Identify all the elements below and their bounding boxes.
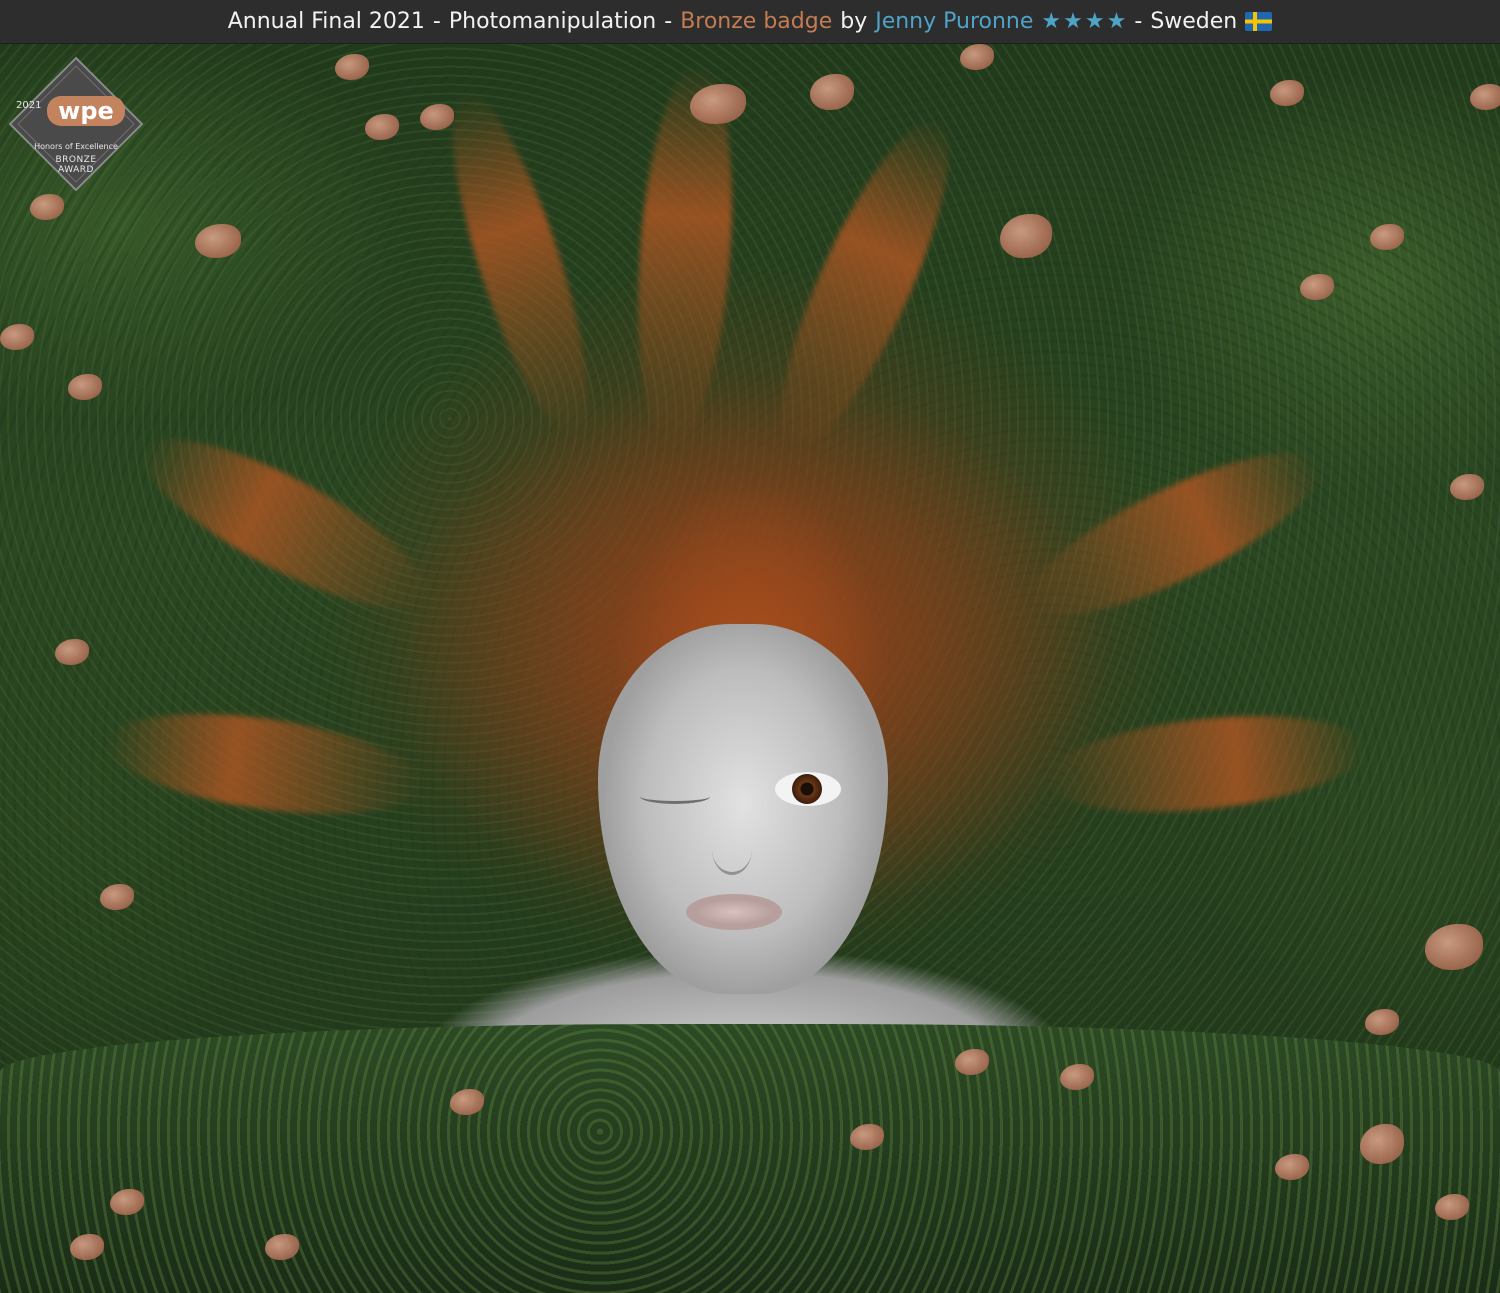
star-icon: ★ xyxy=(1084,8,1105,34)
title-separator: - xyxy=(432,9,441,34)
photo-viewer-page: Annual Final 2021 - Photomanipulation - … xyxy=(0,0,1500,1293)
badge-award-line: AWARD xyxy=(58,165,94,175)
leaf xyxy=(1470,84,1500,110)
star-icon: ★ xyxy=(1063,8,1083,34)
category-name: Photomanipulation xyxy=(448,9,657,34)
closed-eye xyxy=(640,789,710,804)
portrait-photo[interactable] xyxy=(0,44,1500,1293)
iris xyxy=(792,774,822,804)
nose xyxy=(712,824,752,875)
sweden-flag-icon xyxy=(1245,12,1273,31)
country-name: Sweden xyxy=(1150,9,1238,34)
badge-award-line: BRONZE xyxy=(55,155,97,165)
photographer-link[interactable]: Jenny Puronne xyxy=(875,9,1033,34)
by-label: by xyxy=(840,9,868,34)
star-rating: ★ ★ ★ ★ xyxy=(1041,8,1127,34)
star-icon: ★ xyxy=(1106,8,1127,34)
award-badge: 2021 wpe Honors of Excellence BRONZE AWA… xyxy=(8,56,144,192)
moss-blanket xyxy=(0,1024,1500,1293)
open-eye xyxy=(775,772,841,806)
badge-honors: Honors of Excellence xyxy=(34,142,118,151)
title-separator: - xyxy=(664,9,673,34)
competition-name: Annual Final 2021 xyxy=(227,9,425,34)
lips xyxy=(686,894,782,930)
star-icon: ★ xyxy=(1041,8,1062,34)
photo-title-bar: Annual Final 2021 - Photomanipulation - … xyxy=(0,0,1500,44)
bronze-badge-link[interactable]: Bronze badge xyxy=(680,9,832,34)
wpe-logo: wpe xyxy=(47,96,125,126)
badge-year: 2021 xyxy=(16,100,42,111)
face xyxy=(598,624,888,994)
title-separator: - xyxy=(1134,9,1143,34)
